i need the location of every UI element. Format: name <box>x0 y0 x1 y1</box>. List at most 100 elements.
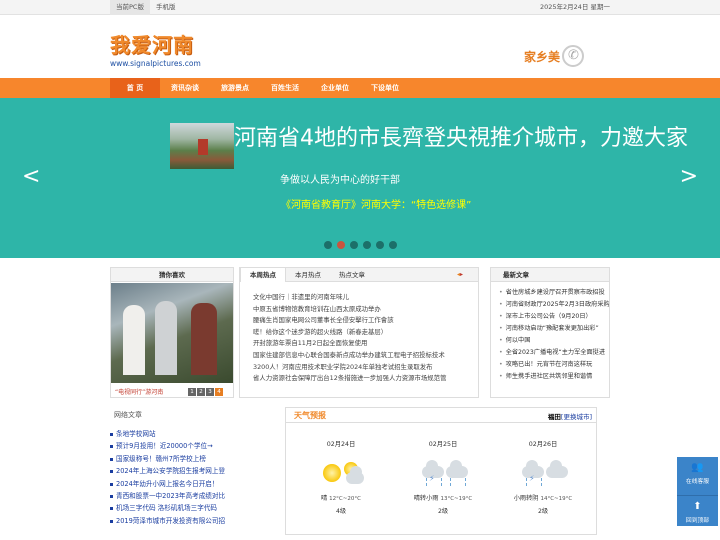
list-item[interactable]: 文化中国行｜非遗里的河南年味儿 <box>253 292 478 304</box>
weather-desc-temp: 晴 12°C~20°C <box>296 494 386 504</box>
ad-text: 家乡美 <box>524 49 561 64</box>
list-item[interactable]: 开封旅游年票自11月2日起全面恢复使用 <box>253 338 478 350</box>
tab-hot-articles[interactable]: 热点文章 <box>330 268 374 282</box>
list-item[interactable]: 省住房城乡建设厅召开贯察市政招投 <box>499 287 609 299</box>
weather-desc: 晴 <box>321 495 328 502</box>
list-item[interactable]: 河南省财政厅2025年2月3日政府采购 <box>499 299 609 311</box>
floating-sidebar: 👥 在线客服 ⬆ 回到顶部 <box>677 457 718 526</box>
photo-page-4[interactable]: 4 <box>215 388 223 396</box>
network-articles-list: 条地学校网站 预计9月投用！近20000个学位→ 国家级称号！赣州7所学校上榜 … <box>110 428 242 527</box>
hot-news-panel: 本周热点 本月热点 热点文章 ◂▸ 文化中国行｜非遗里的河南年味儿 中原五省博物… <box>239 267 479 398</box>
carousel-prev-button[interactable]: < <box>22 164 40 189</box>
hometown-banner-ad[interactable]: 家乡美 <box>524 45 585 67</box>
nav-home[interactable]: 首 页 <box>110 78 160 98</box>
list-item[interactable]: 国家住建部信息中心联合国泰新点成功举办建筑工程电子招投标技术 <box>253 350 478 362</box>
tab-week-hot[interactable]: 本周热点 <box>240 268 286 282</box>
nav-news[interactable]: 资讯杂谈 <box>160 78 210 98</box>
top-bar: 当前PC版 手机版 2025年2月24日 星期一 <box>0 0 720 15</box>
weather-header: 天气预报 福田[更换城市] <box>286 408 596 423</box>
slide-headline[interactable]: 河南省4地的市長齊登央視推介城市，力邀大家 <box>170 123 710 154</box>
list-item[interactable]: 腰痛生肖国家电网公司董事长全侵安擊行工作會該 <box>253 315 478 327</box>
photo-panel: 猜你喜欢 “电视同行”游河南 1 2 3 4 <box>110 267 234 398</box>
slide-subtitle[interactable]: 争做以人民为中心的好干部 <box>280 171 400 186</box>
list-item[interactable]: 河南移动启动“豫配套发更加出彩” <box>499 323 609 335</box>
tab-arrows: ◂▸ <box>448 268 472 282</box>
list-item[interactable]: 国家级称号！赣州7所学校上榜 <box>110 453 242 465</box>
news-list: 文化中国行｜非遗里的河南年味儿 中原五省博物馆教育培训在山西太原成功举办 腰痛生… <box>240 282 478 385</box>
weather-wind: 4级 <box>335 508 347 515</box>
list-item[interactable]: 2019菏泽市城市开发投资有限公司招 <box>110 515 242 527</box>
list-item[interactable]: 预计9月投用！近20000个学位→ <box>110 440 242 452</box>
pc-version-link[interactable]: 当前PC版 <box>110 0 150 15</box>
carousel-dot[interactable] <box>376 241 384 249</box>
network-articles: 网络文章 条地学校网站 预计9月投用！近20000个学位→ 国家级称号！赣州7所… <box>110 410 242 527</box>
weather-temp: 14°C~19°C <box>540 496 573 502</box>
carousel-next-button[interactable]: > <box>680 164 698 189</box>
photo-pager: 1 2 3 4 <box>188 388 224 396</box>
sunny-icon <box>316 456 366 492</box>
tab-month-hot[interactable]: 本月热点 <box>286 268 330 282</box>
carousel-dot-active[interactable] <box>337 241 345 249</box>
rain-cloud-icon: ⚡ <box>518 456 568 492</box>
nav-subunits[interactable]: 下设单位 <box>360 78 410 98</box>
weather-desc-temp: 晴转小雨 13°C~19°C <box>398 494 488 504</box>
weather-day-2: 02月25日 ⚡ 晴转小雨 13°C~19°C 2级 <box>398 440 488 517</box>
latest-articles-list: 省住房城乡建设厅召开贯察市政招投 河南省财政厅2025年2月3日政府采购 深市上… <box>491 282 609 383</box>
back-to-top-button[interactable]: ⬆ 回到顶部 <box>677 501 718 535</box>
weather-title: 天气预报 <box>294 411 326 420</box>
list-item[interactable]: 何以中国 <box>499 335 609 347</box>
weather-date: 02月25日 <box>428 441 458 448</box>
weather-desc: 晴转小雨 <box>413 495 439 502</box>
current-date: 2025年2月24日 星期一 <box>539 3 610 11</box>
list-item[interactable]: 3200人！河南应用技术职业学院2024年单独考试招生录取发布 <box>253 362 478 374</box>
carousel-dot[interactable] <box>324 241 332 249</box>
weather-temp: 13°C~19°C <box>440 496 473 502</box>
list-item[interactable]: 机场三字代码 洛杉矶机场三字代码 <box>110 502 242 514</box>
photo-panel-title: 猜你喜欢 <box>111 268 233 282</box>
online-service-button[interactable]: 👥 在线客服 <box>677 462 718 496</box>
list-item[interactable]: 全省2023广播电视“主力军全面挺进 <box>499 347 609 359</box>
photo-page-2[interactable]: 2 <box>197 388 205 396</box>
carousel-dot[interactable] <box>389 241 397 249</box>
photo-page-3[interactable]: 3 <box>206 388 214 396</box>
weather-widget: 天气预报 福田[更换城市] 02月24日 晴 12°C~20°C 4级 02月2… <box>285 407 597 535</box>
main-nav: 首 页 资讯杂谈 旅游景点 百姓生活 企业单位 下设单位 <box>0 78 720 98</box>
nav-life[interactable]: 百姓生活 <box>260 78 310 98</box>
change-city-link[interactable]: [更换城市] <box>561 413 592 421</box>
weather-city: 福田[更换城市] <box>548 411 592 421</box>
logo-text: 我爱河南 <box>110 33 194 57</box>
photo-slide-image[interactable] <box>111 283 233 383</box>
carousel-dots <box>324 241 402 249</box>
mobile-version-link[interactable]: 手机版 <box>150 0 182 15</box>
weather-desc-temp: 小雨转阴 14°C~19°C <box>498 494 588 504</box>
list-item[interactable]: 条地学校网站 <box>110 428 242 440</box>
tab-next-icon[interactable]: ▸ <box>460 271 463 278</box>
list-item[interactable]: 深市上市公司公告（9月20日） <box>499 311 609 323</box>
nav-travel[interactable]: 旅游景点 <box>210 78 260 98</box>
list-item[interactable]: 嗟！给你这个迷步游的超火线路（新春走基层） <box>253 327 478 339</box>
carousel-dot[interactable] <box>350 241 358 249</box>
hero-carousel: 河南省4地的市長齊登央視推介城市，力邀大家 争做以人民为中心的好干部 《河南省教… <box>0 98 720 258</box>
arrow-up-icon: ⬆ <box>693 501 702 512</box>
user-icon: 👥 <box>691 462 704 473</box>
logo-url: www.signalpictures.com <box>110 59 201 68</box>
slide-subtitle-link[interactable]: 《河南省教育厅》河南大学：“特色选修课” <box>281 196 471 211</box>
weather-date: 02月24日 <box>326 441 356 448</box>
city-name: 福田 <box>547 413 561 421</box>
photo-page-1[interactable]: 1 <box>188 388 196 396</box>
weather-day-1: 02月24日 晴 12°C~20°C 4级 <box>296 440 386 517</box>
carousel-dot[interactable] <box>363 241 371 249</box>
site-header: 我爱河南 www.signalpictures.com 家乡美 <box>0 15 720 78</box>
list-item[interactable]: 攻略已出！元宵节在河南这样玩 <box>499 359 609 371</box>
list-item[interactable]: 2024年幼升小网上报名今日开启！ <box>110 478 242 490</box>
latest-articles-panel: 最新文章 省住房城乡建设厅召开贯察市政招投 河南省财政厅2025年2月3日政府采… <box>490 267 610 398</box>
list-item[interactable]: 省人力资源社会保障厅出台12条措施进一步加强人力资源市场规范管 <box>253 373 478 385</box>
list-item[interactable]: 师生携手进社区共筑邻里和谐情 <box>499 371 609 383</box>
list-item[interactable]: 中原五省博物馆教育培训在山西太原成功举办 <box>253 304 478 316</box>
online-service-label: 在线客服 <box>685 479 710 485</box>
list-item[interactable]: 2024年上海公安学院招生报考网上登 <box>110 465 242 477</box>
list-item[interactable]: 青西和股票一中2023年高考成绩对比 <box>110 490 242 502</box>
nav-companies[interactable]: 企业单位 <box>310 78 360 98</box>
photo-caption[interactable]: “电视同行”游河南 <box>115 387 163 396</box>
site-logo[interactable]: 我爱河南 www.signalpictures.com <box>110 29 201 68</box>
